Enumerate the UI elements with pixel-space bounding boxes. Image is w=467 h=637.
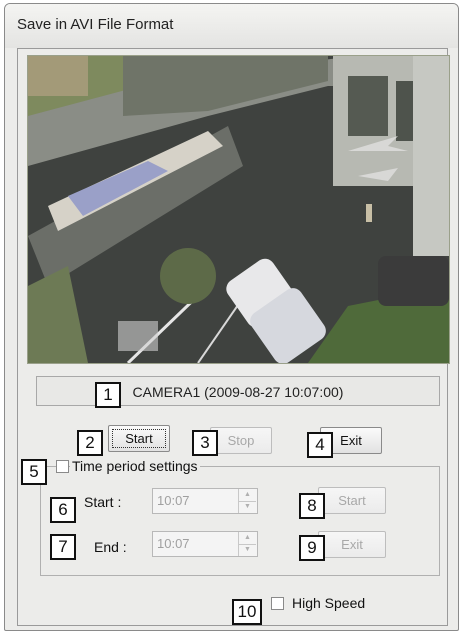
title-bar[interactable]: Save in AVI File Format [5,4,458,48]
spin-down-icon[interactable]: ▼ [239,544,256,556]
camera-video-preview [27,55,450,364]
time-period-exit-button[interactable]: Exit [318,531,386,558]
spin-down-icon[interactable]: ▼ [239,501,256,513]
callout-4: 4 [307,432,333,458]
end-time-spinner[interactable]: 10:07 ▲ ▼ [152,531,258,557]
time-period-group [40,466,440,576]
start-time-spinner[interactable]: 10:07 ▲ ▼ [152,488,258,514]
time-period-label: Time period settings [70,458,200,474]
callout-2: 2 [77,430,103,456]
callout-1: 1 [95,382,121,408]
callout-9: 9 [299,535,325,561]
start-time-value: 10:07 [157,493,190,508]
high-speed-label: High Speed [292,595,366,611]
callout-10: 10 [232,599,262,625]
stop-button[interactable]: Stop [210,427,272,454]
start-button[interactable]: Start [108,425,170,452]
end-time-spin-buttons[interactable]: ▲ ▼ [238,532,257,556]
time-period-checkbox[interactable] [56,460,69,473]
callout-8: 8 [299,493,325,519]
window-title: Save in AVI File Format [17,16,174,33]
time-period-start-button[interactable]: Start [318,487,386,514]
callout-6: 6 [50,497,76,523]
start-time-spin-buttons[interactable]: ▲ ▼ [238,489,257,513]
callout-5: 5 [21,459,47,485]
callout-7: 7 [50,534,76,560]
start-time-label: Start : [84,494,122,510]
callout-3: 3 [192,430,218,456]
end-time-value: 10:07 [157,536,190,551]
end-time-label: End : [94,539,127,555]
high-speed-checkbox[interactable] [271,597,284,610]
